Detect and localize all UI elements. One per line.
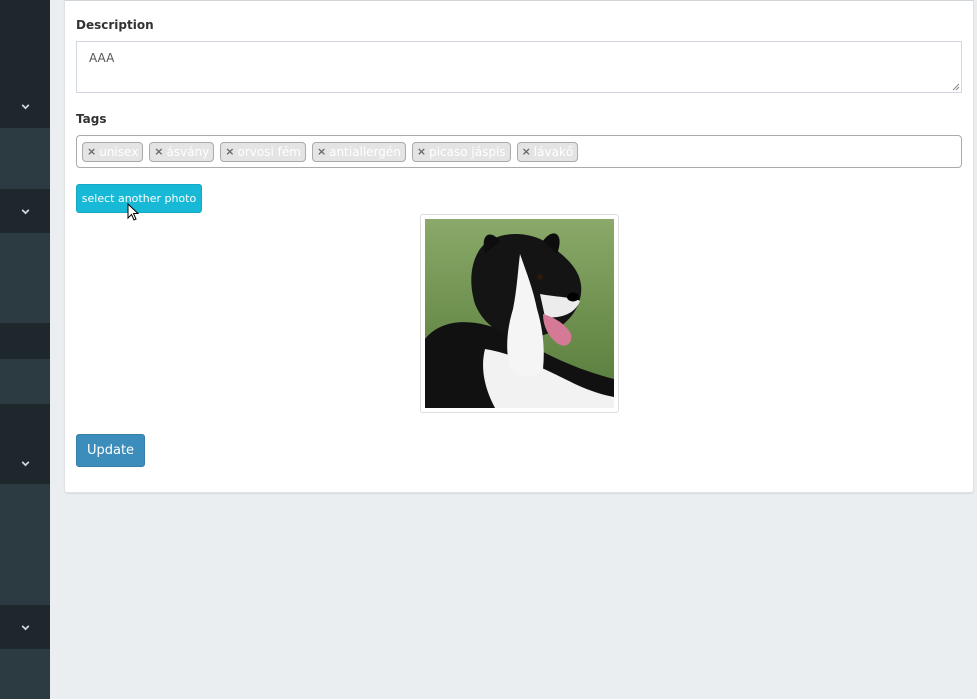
tag-label: ásvány (166, 144, 210, 159)
description-textarea[interactable]: AAA (76, 41, 962, 93)
chevron-down-icon (21, 460, 29, 466)
tag-chip: × unisex (82, 141, 144, 162)
sidebar-toggle[interactable] (0, 189, 50, 233)
tag-label: antiallergén (329, 144, 401, 159)
close-icon[interactable]: × (225, 145, 234, 158)
sidebar-toggle[interactable] (0, 84, 50, 128)
sidebar-section (0, 404, 50, 442)
close-icon[interactable]: × (154, 145, 163, 158)
description-value: AAA (89, 51, 115, 65)
tag-label: picaso jáspis (429, 144, 506, 159)
photo-preview (420, 214, 619, 413)
sidebar-section (0, 323, 50, 359)
close-icon[interactable]: × (317, 145, 326, 158)
dog-photo (425, 219, 614, 408)
chevron-down-icon (21, 208, 29, 214)
description-label: Description (76, 18, 154, 32)
tags-label: Tags (76, 112, 107, 126)
tags-input[interactable]: × unisex × ásvány × orvosi fém × antiall… (76, 135, 962, 168)
sidebar-toggle[interactable] (0, 442, 50, 484)
tag-label: lávakő (533, 144, 574, 159)
tag-chip: × picaso jáspis (411, 141, 511, 162)
close-icon[interactable]: × (522, 145, 531, 158)
tag-label: orvosi fém (237, 144, 301, 159)
sidebar-toggle[interactable] (0, 605, 50, 649)
resize-handle-icon[interactable] (952, 83, 960, 91)
tag-chip: × ásvány (149, 141, 215, 162)
tag-chip: × antiallergén (311, 141, 406, 162)
tag-label: unisex (99, 144, 139, 159)
close-icon[interactable]: × (87, 145, 96, 158)
chevron-down-icon (21, 103, 29, 109)
tag-chip: × orvosi fém (220, 141, 306, 162)
mouse-cursor-icon (127, 203, 140, 221)
update-button[interactable]: Update (76, 434, 145, 467)
edit-form-card: Description AAA Tags × unisex × ásvány ×… (64, 0, 974, 493)
sidebar (0, 0, 50, 699)
close-icon[interactable]: × (417, 145, 426, 158)
sidebar-section (0, 0, 50, 84)
chevron-down-icon (21, 624, 29, 630)
tag-chip: × lávakő (516, 141, 579, 162)
